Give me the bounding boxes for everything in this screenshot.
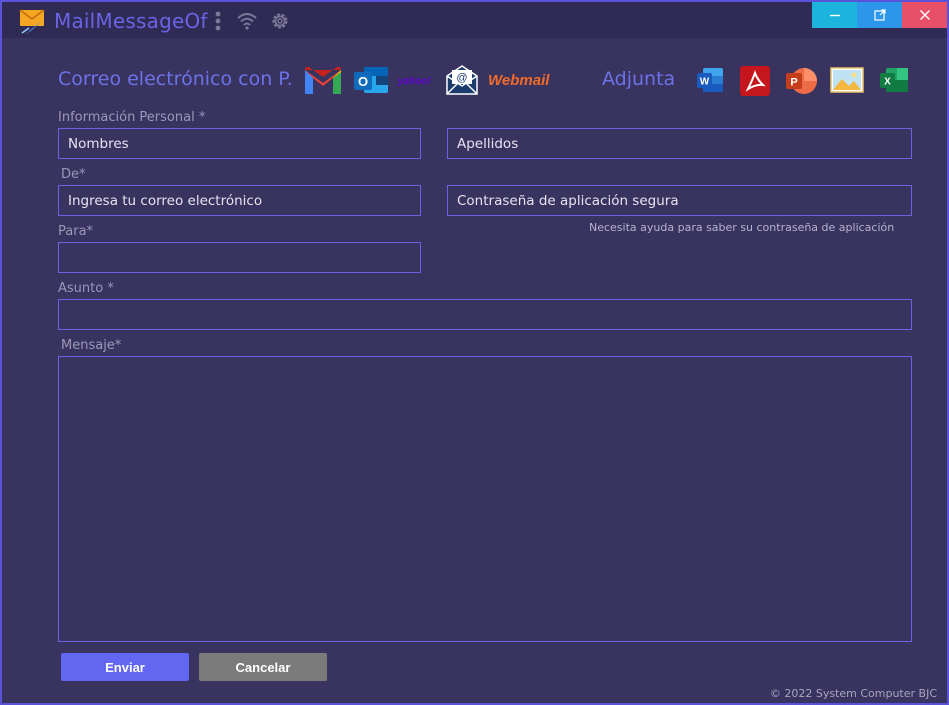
mail-envelope-icon[interactable]: @ xyxy=(445,64,479,96)
webmail-logo[interactable]: Webmail xyxy=(487,70,567,90)
send-button[interactable]: Enviar xyxy=(61,653,189,681)
pdf-icon[interactable] xyxy=(739,65,771,97)
personal-info-label: Información Personal * xyxy=(58,110,206,125)
subject-field[interactable] xyxy=(58,299,912,330)
gear-icon[interactable] xyxy=(269,10,291,32)
last-name-placeholder: Apellidos xyxy=(457,135,519,152)
app-window: MailMessageOf Correo electrónico con P. … xyxy=(0,0,949,705)
image-icon[interactable] xyxy=(830,66,864,94)
svg-text:@: @ xyxy=(456,72,467,84)
more-vertical-icon[interactable] xyxy=(207,10,229,32)
cancel-button[interactable]: Cancelar xyxy=(199,653,327,681)
popout-icon xyxy=(873,9,886,21)
first-name-placeholder: Nombres xyxy=(68,135,129,152)
word-icon[interactable]: W xyxy=(695,66,725,94)
message-label: Mensaje* xyxy=(61,338,122,353)
attach-heading: Adjunta xyxy=(602,68,676,90)
to-field[interactable] xyxy=(58,242,421,273)
email-placeholder: Ingresa tu correo electrónico xyxy=(68,192,263,209)
from-label: De* xyxy=(61,167,86,182)
last-name-field[interactable]: Apellidos xyxy=(447,128,912,159)
message-textarea[interactable] xyxy=(58,356,912,642)
first-name-field[interactable]: Nombres xyxy=(58,128,421,159)
svg-text:O: O xyxy=(358,74,368,89)
app-password-placeholder: Contraseña de aplicación segura xyxy=(457,192,679,209)
powerpoint-icon[interactable]: P xyxy=(783,64,819,98)
svg-text:yahoo!: yahoo! xyxy=(397,76,431,87)
outlook-icon[interactable]: O xyxy=(352,64,390,97)
close-icon xyxy=(919,10,930,20)
excel-icon[interactable]: X xyxy=(878,66,910,94)
app-title: MailMessageOf xyxy=(54,9,208,33)
popout-button[interactable] xyxy=(857,2,902,28)
providers-heading: Correo electrónico con P. xyxy=(58,68,293,90)
password-help-link[interactable]: Necesita ayuda para saber su contraseña … xyxy=(589,221,894,234)
email-field[interactable]: Ingresa tu correo electrónico xyxy=(58,185,421,216)
close-button[interactable] xyxy=(902,2,947,28)
mail-app-icon xyxy=(19,9,45,34)
wifi-icon[interactable] xyxy=(236,10,258,32)
subject-label: Asunto * xyxy=(58,281,114,296)
svg-text:Webmail: Webmail xyxy=(488,72,550,89)
minimize-button[interactable] xyxy=(812,2,857,28)
svg-text:W: W xyxy=(700,77,710,88)
svg-text:X: X xyxy=(884,77,891,88)
title-bar[interactable]: MailMessageOf xyxy=(2,2,947,38)
app-password-field[interactable]: Contraseña de aplicación segura xyxy=(447,185,912,216)
yahoo-icon[interactable]: yahoo! xyxy=(397,72,437,88)
to-label: Para* xyxy=(58,224,94,239)
copyright-footer: © 2022 System Computer BJC xyxy=(769,687,937,700)
svg-text:P: P xyxy=(790,77,797,89)
gmail-icon[interactable] xyxy=(302,64,344,96)
minimize-icon xyxy=(829,14,840,17)
